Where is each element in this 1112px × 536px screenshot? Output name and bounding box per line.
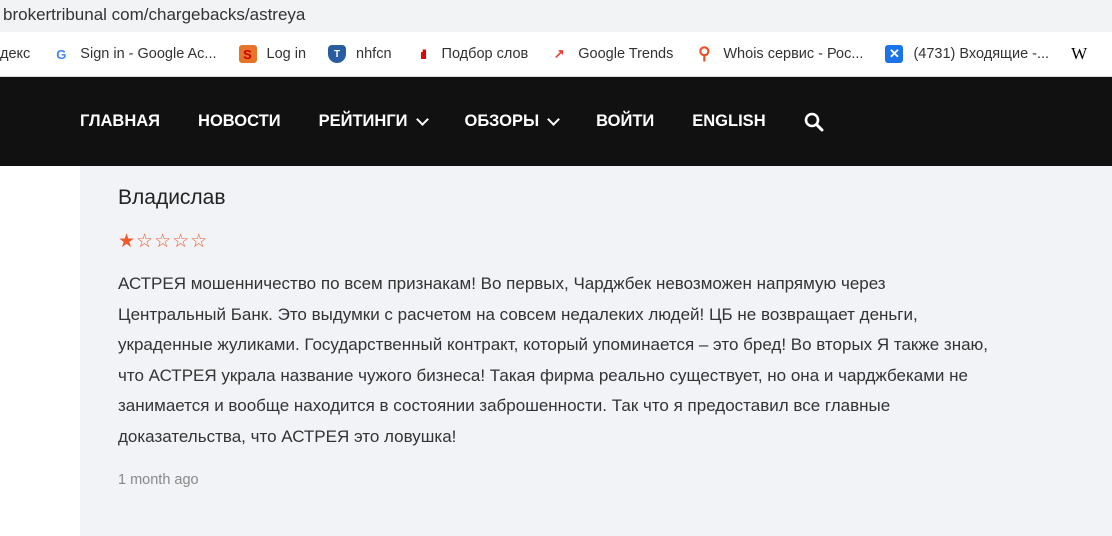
search-icon xyxy=(804,112,824,131)
login-icon: S xyxy=(238,45,257,63)
nav-label: НОВОСТИ xyxy=(198,112,281,130)
bookmark-label: Подбор слов xyxy=(441,46,529,62)
bookmark-google-signin[interactable]: G Sign in - Google Ac... xyxy=(52,45,216,63)
address-bar[interactable]: brokertribunal com/chargebacks/astreya xyxy=(0,0,1112,32)
bookmark-label: nhfcn xyxy=(356,46,392,62)
bookmark-label: (4731) Входящие -... xyxy=(913,46,1050,62)
bookmark-nhfcn[interactable]: Tnhfcn xyxy=(328,45,392,63)
review-text-line: АСТРЕЯ мошенничество по всем признакам! … xyxy=(118,274,886,293)
nav-home[interactable]: ГЛАВНАЯ xyxy=(80,112,160,131)
mail-icon: ✕ xyxy=(885,45,904,63)
bookmark-label: Whois сервис - Рос... xyxy=(723,46,864,62)
review-text: АСТРЕЯ мошенничество по всем признакам! … xyxy=(118,269,1112,452)
bookmark-label: Log in xyxy=(266,46,307,62)
star-empty-icon: ☆ xyxy=(136,231,155,252)
star-filled-icon: ★ xyxy=(118,231,137,252)
nav-english[interactable]: ENGLISH xyxy=(692,112,765,131)
bookmark-mail[interactable]: ✕ (4731) Входящие -... xyxy=(885,45,1049,63)
review-author: Владислав xyxy=(118,186,226,209)
bookmark-trends[interactable]: ↗ Google Trends xyxy=(550,45,674,63)
star-empty-icon: ☆ xyxy=(154,231,173,252)
google-icon: G xyxy=(56,46,67,62)
bookmark-label: Sign in - Google Ac... xyxy=(80,46,217,62)
wiki-icon: W xyxy=(1071,44,1088,63)
bookmark-podbor[interactable]: ıll Подбор слов xyxy=(414,45,529,63)
review-text-line: доказательства, что АСТРЕЯ это ловушка! xyxy=(118,426,457,446)
site-nav: ГЛАВНАЯ НОВОСТИ РЕЙТИНГИ ОБЗОРЫ ВОЙТИ EN… xyxy=(0,77,1112,166)
trends-icon: ↗ xyxy=(553,46,565,61)
bookmark-yandex[interactable]: декс xyxy=(0,46,30,62)
bookmark-whois[interactable]: ⚲ Whois сервис - Рос... xyxy=(695,44,864,63)
bookmark-label: Google Trends xyxy=(578,46,674,62)
review-text-line: Центральный Банк. Это выдумки с расчетом… xyxy=(118,304,918,324)
chevron-down-icon xyxy=(547,112,560,126)
search-button[interactable] xyxy=(804,112,824,132)
nav-label: ВОЙТИ xyxy=(596,112,655,130)
review-text-line: украденные жуликами. Государственный кон… xyxy=(118,335,989,354)
bookmark-label: декс xyxy=(0,46,31,62)
nav-login[interactable]: ВОЙТИ xyxy=(596,112,654,131)
nav-news[interactable]: НОВОСТИ xyxy=(198,112,281,131)
review-card: Владислав ★☆☆☆☆ АСТРЕЯ мошенничество по … xyxy=(80,166,1112,536)
chevron-down-icon xyxy=(415,112,429,126)
nav-label: ОБЗОРЫ xyxy=(464,112,540,130)
review-time: 1 month ago xyxy=(118,472,199,488)
star-rating: ★☆☆☆☆ xyxy=(118,230,1112,253)
bookmark-wiki[interactable]: W xyxy=(1071,44,1087,64)
star-empty-icon: ☆ xyxy=(190,231,209,252)
nav-label: РЕЙТИНГИ xyxy=(318,112,408,130)
nav-ratings[interactable]: РЕЙТИНГИ xyxy=(318,112,429,131)
review-text-line: что АСТРЕЯ украла название чужого бизнес… xyxy=(118,365,968,385)
shield-icon: T xyxy=(328,45,347,63)
bookmarks-bar: декс G Sign in - Google Ac... S Log in Tnh… xyxy=(0,32,1112,77)
nav-label: ГЛАВНАЯ xyxy=(80,112,161,130)
nav-label: ENGLISH xyxy=(692,112,766,130)
bookmark-login[interactable]: S Log in xyxy=(238,45,307,63)
bars-icon: ıll xyxy=(420,46,427,62)
search-icon: ⚲ xyxy=(698,44,711,63)
nav-reviews[interactable]: ОБЗОРЫ xyxy=(464,112,560,131)
star-empty-icon: ☆ xyxy=(172,231,191,252)
review-text-line: занимается и вообще находится в состояни… xyxy=(118,396,891,415)
